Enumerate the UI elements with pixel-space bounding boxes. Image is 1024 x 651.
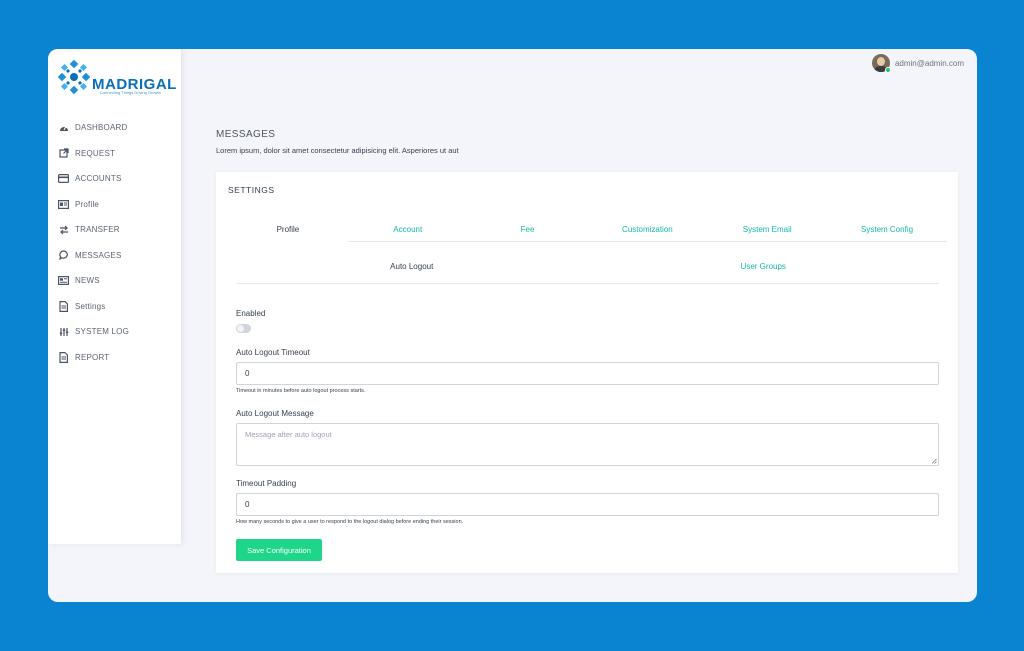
tab-system-email[interactable]: System Email <box>707 217 828 242</box>
brand-tagline: Connecting Things Driving Growth <box>100 90 161 95</box>
page-subtitle: Lorem ipsum, dolor sit amet consectetur … <box>216 146 459 155</box>
padding-help-text: How many seconds to give a user to respo… <box>236 519 464 525</box>
sliders-icon <box>58 326 69 337</box>
enabled-toggle[interactable] <box>236 324 251 333</box>
settings-card: SETTINGS Profile Account Fee Customizati… <box>216 172 958 573</box>
toggle-knob <box>237 325 244 332</box>
chat-bubble-icon <box>58 250 69 261</box>
sidebar-item-report[interactable]: REPORT <box>58 345 178 371</box>
sidebar-item-label: REPORT <box>75 352 110 362</box>
sidebar-item-label: Settings <box>75 301 106 311</box>
sidebar-item-accounts[interactable]: ACCOUNTS <box>58 166 178 192</box>
sidebar-item-dashboard[interactable]: DASHBOARD <box>58 115 178 141</box>
tab-fee[interactable]: Fee <box>467 217 588 242</box>
subtab-user-groups[interactable]: User Groups <box>588 255 940 283</box>
user-email: admin@admin.com <box>894 58 964 68</box>
sidebar-item-label: DASHBOARD <box>75 123 128 133</box>
app-window: MADRIGAL Connecting Things Driving Growt… <box>48 49 977 602</box>
sidebar-item-messages[interactable]: MESSAGES <box>58 243 178 269</box>
sidebar-item-label: REQUEST <box>75 148 116 158</box>
tachometer-icon <box>58 122 69 133</box>
message-label: Auto Logout Message <box>236 409 314 418</box>
external-link-icon <box>58 148 69 159</box>
timeout-label: Auto Logout Timeout <box>236 348 310 357</box>
newspaper-icon <box>58 275 69 286</box>
file-icon <box>58 300 69 312</box>
brand-logo[interactable]: MADRIGAL Connecting Things Driving Growt… <box>56 57 176 97</box>
tab-account[interactable]: Account <box>347 217 468 242</box>
logo-emblem-icon <box>57 59 91 95</box>
sidebar-item-label: Profile <box>75 199 100 209</box>
tab-system-config[interactable]: System Config <box>827 217 947 242</box>
profile-subtabs: Auto Logout User Groups <box>236 255 939 284</box>
padding-label: Timeout Padding <box>236 479 297 488</box>
credit-card-icon <box>58 173 69 184</box>
user-menu[interactable]: admin@admin.com <box>871 54 964 73</box>
sidebar: MADRIGAL Connecting Things Driving Growt… <box>48 49 181 544</box>
sidebar-item-request[interactable]: REQUEST <box>58 141 178 167</box>
sidebar-item-settings[interactable]: Settings <box>58 294 178 320</box>
sidebar-item-system-log[interactable]: SYSTEM LOG <box>58 319 178 345</box>
timeout-input[interactable] <box>236 362 939 385</box>
subtab-auto-logout[interactable]: Auto Logout <box>236 255 588 283</box>
tab-customization[interactable]: Customization <box>587 217 708 242</box>
padding-input[interactable] <box>236 493 939 516</box>
page-title: MESSAGES <box>216 129 276 140</box>
resize-grip-icon[interactable] <box>931 458 937 464</box>
settings-tabs: Profile Account Fee Customization System… <box>228 217 947 242</box>
tab-profile[interactable]: Profile <box>228 217 348 242</box>
save-configuration-button[interactable]: Save Configuration <box>236 539 322 561</box>
file-icon <box>58 351 69 363</box>
sidebar-item-label: TRANSFER <box>75 225 120 235</box>
sidebar-item-label: NEWS <box>75 276 100 286</box>
message-textarea[interactable] <box>236 423 939 466</box>
id-card-icon <box>58 199 69 210</box>
sidebar-item-transfer[interactable]: TRANSFER <box>58 217 178 243</box>
sidebar-item-news[interactable]: NEWS <box>58 268 178 294</box>
sidebar-nav: DASHBOARD REQUEST ACCOUNTS Profile TRANS… <box>58 115 178 370</box>
sidebar-item-label: SYSTEM LOG <box>75 327 130 337</box>
enabled-label: Enabled <box>236 309 266 318</box>
card-title: SETTINGS <box>228 185 275 195</box>
online-status-dot <box>884 67 891 73</box>
exchange-icon <box>58 224 69 235</box>
sidebar-item-label: MESSAGES <box>75 250 122 260</box>
sidebar-item-profile[interactable]: Profile <box>58 192 178 218</box>
timeout-help-text: Timeout in minutes before auto logout pr… <box>236 388 366 394</box>
sidebar-item-label: ACCOUNTS <box>75 174 122 184</box>
